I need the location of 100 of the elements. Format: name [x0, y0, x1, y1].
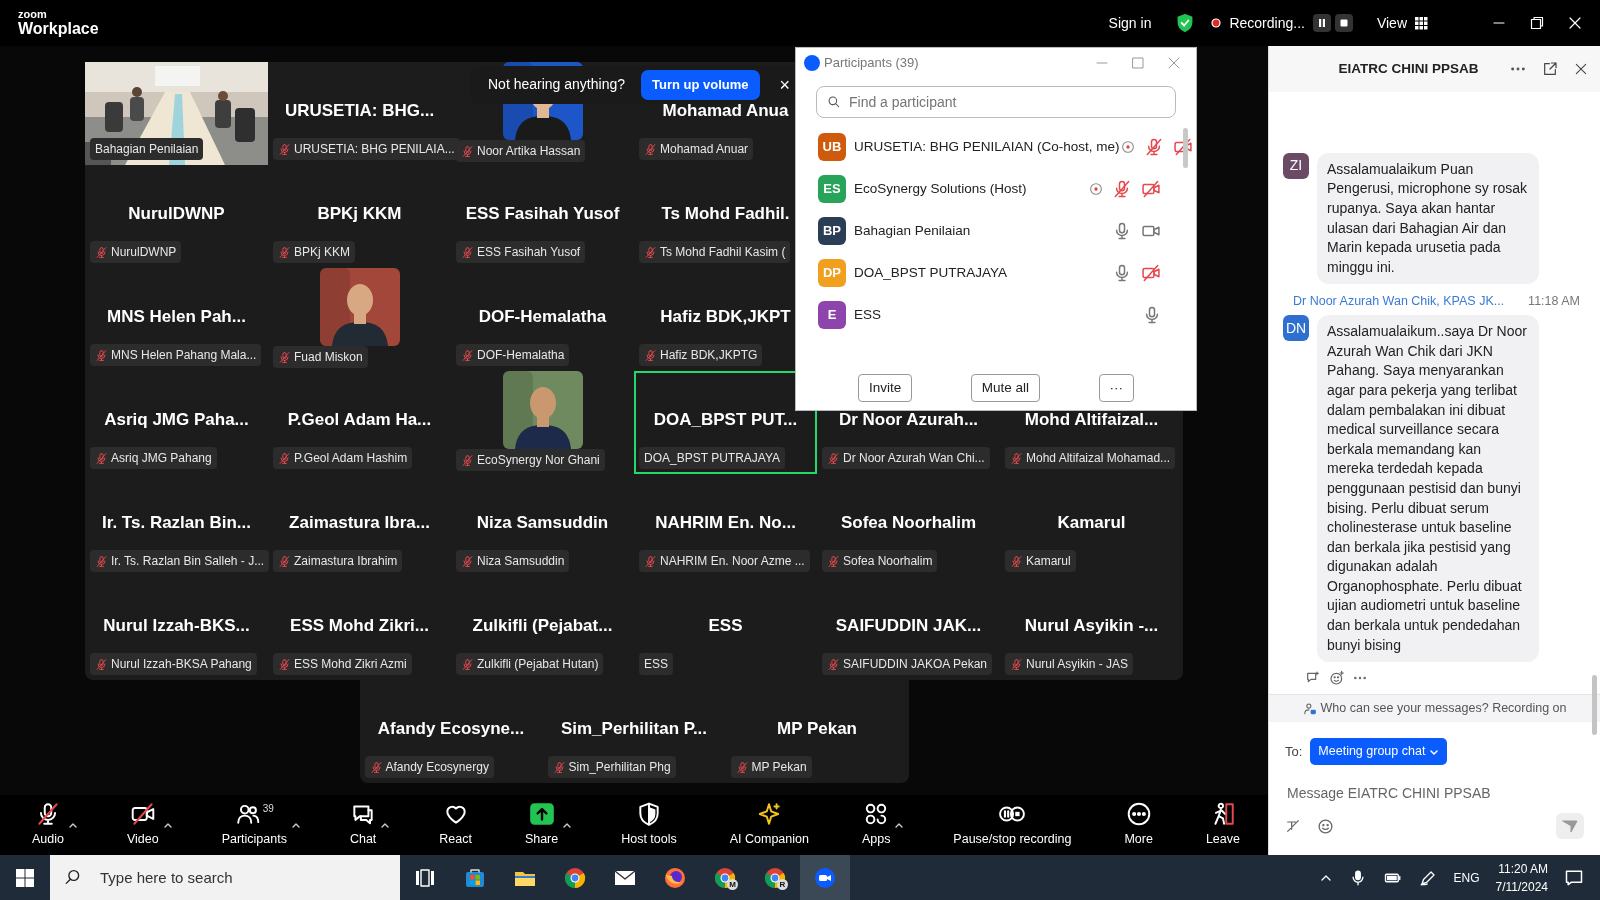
name-label-text: URUSETIA: BHG PENILAIA... — [294, 141, 455, 158]
close-button[interactable]: × — [775, 75, 795, 94]
add-reaction-icon[interactable] — [1329, 670, 1345, 687]
mute-all-button[interactable]: Mute all — [970, 373, 1041, 402]
message-time: 11:18 AM — [1528, 293, 1580, 311]
toolbar-button[interactable]: Host tools — [617, 801, 681, 849]
name-label-text: Niza Samsuddin — [477, 553, 565, 570]
scrollbar-thumb[interactable] — [1592, 675, 1597, 735]
taskbar-app-button[interactable] — [800, 855, 850, 900]
message-input[interactable]: Message EIATRC CHINI PPSAB — [1285, 782, 1584, 805]
restore-icon[interactable] — [1530, 16, 1544, 30]
participant-name: Nurul Asyikin -... — [1024, 615, 1159, 638]
toolbar-button[interactable]: More — [1120, 801, 1157, 849]
participant-name: ESS Mohd Zikri... — [290, 615, 429, 638]
toolbar-button[interactable]: AI Companion — [725, 801, 813, 849]
participant-name: Mohd Altifaizal... — [1024, 409, 1159, 432]
name-label-text: Fuad Miskon — [294, 349, 363, 366]
participant-row[interactable]: ES EcoSynergy Solutions (Host) — [818, 168, 1162, 210]
toolbar-button[interactable]: Share — [520, 801, 563, 849]
participant-name: NAHRIM En. No... — [655, 512, 796, 535]
name-label-text: DOF-Hemalatha — [477, 347, 565, 364]
participant-name: ESS Fasihah Yusof — [465, 203, 620, 226]
fox-browser-icon — [663, 865, 687, 890]
sender-name[interactable]: Dr Noor Azurah Wan Chik, KPAS JK... — [1293, 292, 1505, 312]
recording-status: Recording... — [1229, 13, 1305, 33]
pause-recording-button[interactable] — [1312, 14, 1331, 32]
profile-badge: R — [777, 879, 788, 890]
toolbar-button[interactable]: Video — [122, 801, 163, 849]
invite-button[interactable]: Invite — [858, 373, 913, 402]
participant-name: Afandy Ecosyne... — [377, 718, 525, 741]
name-label-text: Asriq JMG Pahang — [111, 450, 212, 467]
participant-name: Nurul Izzah-BKS... — [103, 615, 250, 638]
participant-name: Niza Samsuddin — [476, 512, 609, 535]
message-bubble: Assalamualaikum Puan Pengerusi, microphone sy rosak rupanya. Saya akan hantar ulasan dari Bahagian Air dan Marin kepada urusetia pada minggu ini. — [1317, 152, 1539, 285]
name-label-text: P.Geol Adam Hashim — [294, 450, 408, 467]
participant-name: Asriq JMG Paha... — [104, 409, 249, 432]
participant-name: Sim_Perhilitan P... — [560, 718, 708, 741]
clock-date[interactable]: 7/11/2024 — [1495, 877, 1548, 896]
name-label-text: SAIFUDDIN JAKOA Pekan — [843, 656, 988, 673]
browser-icon — [763, 865, 787, 890]
name-label-text: MP Pekan — [751, 759, 807, 776]
participant-name: Kamarul — [1057, 512, 1126, 535]
participant-name: DOF-Hemalatha — [478, 306, 607, 329]
stop-recording-button[interactable] — [1334, 14, 1353, 32]
turn-up-volume-button[interactable]: Turn up volume — [641, 70, 760, 100]
name-label-text: Noor Artika Hassan — [477, 143, 581, 160]
taskbar-app-button[interactable]: M — [700, 855, 750, 900]
participant-name: P.Geol Adam Ha... — [287, 409, 432, 432]
name-label-text: BPKj KKM — [294, 244, 350, 261]
toolbar-button[interactable]: React — [435, 801, 476, 849]
name-label-text: ESS — [644, 656, 668, 673]
close-icon[interactable] — [1574, 62, 1588, 76]
name-label-text: Nurul Asyikin - JAS — [1026, 656, 1129, 673]
avatar: ES — [818, 175, 846, 203]
shield-icon — [636, 801, 662, 828]
scrollbar-thumb[interactable] — [1183, 128, 1188, 168]
toolbar-button[interactable]: Chat — [345, 801, 381, 849]
participant-row[interactable]: E ESS — [818, 294, 1162, 336]
participant-name: Zulkifli (Pejabat... — [472, 615, 613, 638]
search-field[interactable]: Find a participant — [816, 86, 1176, 118]
search-icon — [64, 868, 82, 886]
language-indicator[interactable]: ENG — [1453, 868, 1480, 887]
name-label-text: Mohamad Anuar — [660, 141, 749, 158]
toolbar-button[interactable]: Leave — [1201, 801, 1244, 849]
send-icon[interactable] — [1556, 813, 1584, 839]
taskbar-app-button[interactable]: R — [750, 855, 800, 900]
clock-time[interactable]: 11:20 AM — [1498, 859, 1548, 878]
recipient-dropdown[interactable]: Meeting group chat — [1310, 738, 1448, 765]
sign-in-link[interactable]: Sign in — [1108, 12, 1152, 34]
toolbar-button[interactable]: Audio — [28, 801, 68, 849]
mic-off-icon — [35, 801, 61, 828]
toolbar-button[interactable]: 39 Participants — [217, 801, 291, 849]
name-label-text: NurulDWNP — [111, 244, 177, 261]
participant-row[interactable]: BP Bahagian Penilaian — [818, 210, 1162, 252]
pop-out-icon[interactable] — [1542, 61, 1558, 77]
stop-icon — [1338, 18, 1349, 28]
taskbar-search-field[interactable]: Type here to search — [50, 855, 400, 900]
view-button[interactable]: View — [1376, 12, 1407, 34]
participant-name: URUSETIA: BHG... — [284, 100, 435, 123]
name-label-text: Dr Noor Azurah Wan Chi... — [843, 450, 985, 467]
toolbar-button[interactable]: Pause/stop recording — [949, 801, 1076, 849]
participant-name: Sofea Noorhalim — [840, 512, 977, 535]
maximize-icon[interactable] — [1132, 57, 1144, 69]
format-text-icon[interactable] — [1285, 818, 1301, 834]
participant-row[interactable]: DP DOA_BPST PUTRAJAYA — [818, 252, 1162, 294]
emoji-icon[interactable] — [1317, 817, 1334, 835]
person-lock-icon — [1302, 701, 1317, 716]
avatar: ZI — [1283, 152, 1309, 179]
name-label-text: ESS Mohd Zikri Azmi — [294, 656, 407, 673]
logo-caption: zoom — [18, 8, 48, 20]
name-label-text: Mohd Altifaizal Mohamad... — [1026, 450, 1171, 467]
name-label-text: Kamarul — [1026, 553, 1071, 570]
share-screen-icon — [528, 801, 555, 828]
more-button[interactable]: ··· — [1098, 373, 1134, 402]
participant-name: BPKj KKM — [317, 203, 402, 226]
participant-name: Mohamad Anua — [662, 100, 789, 123]
message-bubble: Assalamualaikum..saya Dr Noor Azurah Wan Chik dari JKN Pahang. Saya menyarankan agar para pekerja yang terlibat dalam pembalakan ini dibuat medical surveillance secara berkala memandang kan mereka terdedah kepada penggunaan pestisid dan bunyi bising. Perlu dibuat serum cholinesterase untuk baseline dan berkala jika pestisid yang digunakan adalah Organophosphate. Perlu dibuat ujian audiometri untuk baseline dan berkala untuk pendedahan bunyi bising — [1317, 315, 1539, 663]
grid-icon — [1415, 16, 1428, 30]
toolbar-button[interactable]: Apps — [857, 801, 895, 849]
participant-name: SAIFUDDIN JAK... — [835, 615, 982, 638]
